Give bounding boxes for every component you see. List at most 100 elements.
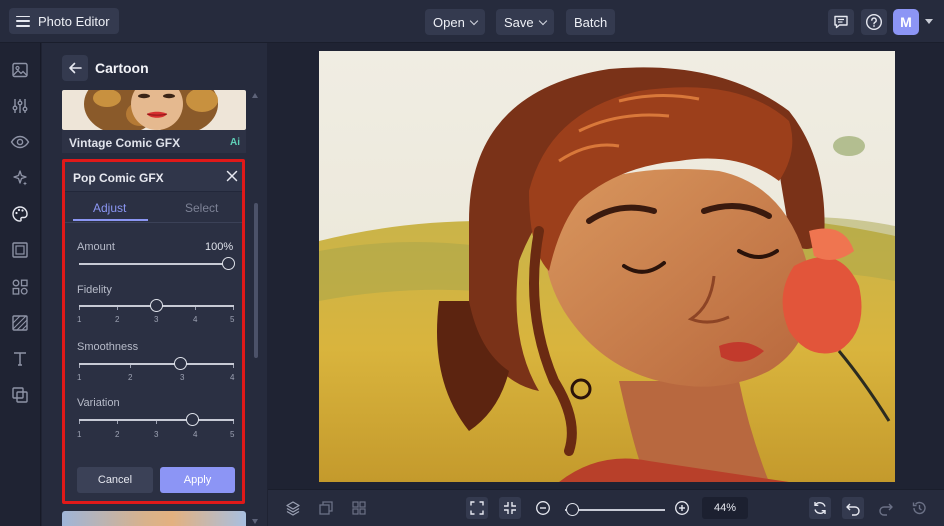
panel-scrollbar-thumb[interactable] (254, 203, 258, 358)
avatar-initial: M (900, 14, 912, 30)
app-title: Photo Editor (38, 13, 110, 29)
rail-graphics[interactable] (10, 277, 30, 297)
open-button[interactable]: Open (425, 9, 485, 35)
zoom-slider-handle[interactable] (566, 503, 579, 516)
effects-panel: Cartoon Vintage Comic GFX Ai Pop Comic G… (42, 43, 267, 526)
rail-frames[interactable] (10, 240, 30, 260)
sliders-icon (12, 99, 28, 113)
batch-button[interactable]: Batch (566, 9, 616, 35)
frame-icon (12, 242, 28, 258)
zoom-slider-track[interactable] (565, 509, 665, 511)
shrink-icon (504, 502, 516, 514)
compare-icon (319, 501, 333, 515)
feedback-button[interactable] (828, 9, 854, 35)
rail-image-tools[interactable] (10, 60, 30, 80)
save-button[interactable]: Save (496, 9, 554, 35)
main-menu-button[interactable]: Photo Editor (9, 8, 119, 34)
rail-ai-tools[interactable] (10, 168, 30, 188)
shapes-icon (12, 279, 28, 295)
tool-rail (0, 43, 41, 526)
fidelity-label: Fidelity (77, 284, 112, 296)
zoom-out-button[interactable] (532, 497, 554, 519)
tab-select[interactable]: Select (185, 201, 218, 215)
variation-label: Variation (77, 397, 120, 409)
chevron-down-icon (538, 16, 547, 25)
arrow-left-icon (69, 62, 82, 74)
smoothness-slider-track[interactable] (79, 363, 234, 365)
scroll-down-arrow[interactable] (252, 519, 258, 524)
effect-thumbnail-next[interactable] (62, 511, 246, 526)
fidelity-slider-handle[interactable] (150, 299, 163, 312)
close-icon[interactable] (226, 170, 238, 182)
variation-tick-label: 5 (230, 430, 235, 439)
active-tab-indicator (73, 219, 148, 221)
effect-name-vintage: Vintage Comic GFX (69, 136, 181, 150)
ai-badge: Ai (230, 137, 240, 148)
actual-size-button[interactable] (499, 497, 521, 519)
fit-screen-button[interactable] (466, 497, 488, 519)
chat-icon (834, 15, 848, 29)
image-icon (12, 62, 28, 78)
effect-settings-card: Pop Comic GFX Adjust Select Amount 100% … (62, 159, 245, 504)
effect-thumbnail-vintage[interactable] (62, 90, 246, 130)
overlay-icon (12, 387, 28, 403)
amount-slider-track[interactable] (79, 263, 234, 265)
rail-effects[interactable] (10, 204, 30, 224)
fidelity-tick-label: 2 (115, 315, 120, 324)
history-button[interactable] (908, 497, 930, 519)
refresh-icon (814, 502, 826, 514)
fidelity-tick-label: 1 (77, 315, 82, 324)
fidelity-tick (195, 307, 196, 310)
smoothness-tick-label: 1 (77, 373, 82, 382)
variation-tick (156, 421, 157, 424)
history-icon (912, 501, 926, 515)
edited-photo[interactable] (319, 51, 895, 482)
layers-button[interactable] (282, 497, 304, 519)
reset-button[interactable] (809, 497, 831, 519)
tab-adjust[interactable]: Adjust (93, 201, 126, 215)
chevron-down-icon (469, 16, 479, 25)
caret-down-icon[interactable] (925, 19, 933, 24)
amount-slider-handle[interactable] (222, 257, 235, 270)
compare-button[interactable] (315, 497, 337, 519)
redo-icon (879, 503, 893, 516)
variation-tick-label: 2 (115, 430, 120, 439)
grid-icon (352, 501, 366, 515)
rail-text[interactable] (10, 349, 30, 369)
zoom-in-button[interactable] (671, 497, 693, 519)
amount-label: Amount (77, 241, 115, 253)
zoom-level-field[interactable]: 44% (702, 497, 748, 519)
fidelity-tick-label: 3 (154, 315, 159, 324)
redo-button[interactable] (875, 497, 897, 519)
fidelity-tick-label: 4 (193, 315, 198, 324)
batch-label: Batch (574, 14, 608, 30)
scroll-up-arrow[interactable] (252, 93, 258, 98)
smoothness-slider-handle[interactable] (174, 357, 187, 370)
rail-textures[interactable] (10, 313, 30, 333)
apply-label: Apply (183, 474, 212, 486)
variation-tick (117, 421, 118, 424)
texture-icon (12, 315, 28, 331)
fidelity-tick-label: 5 (230, 315, 235, 324)
smoothness-label: Smoothness (77, 341, 139, 353)
rail-view[interactable] (10, 132, 30, 152)
open-label: Open (433, 14, 465, 30)
help-icon (865, 13, 883, 31)
grid-button[interactable] (348, 497, 370, 519)
user-avatar[interactable]: M (893, 9, 919, 35)
help-button[interactable] (861, 9, 887, 35)
cancel-label: Cancel (97, 474, 133, 486)
smoothness-tick (79, 365, 80, 368)
apply-button[interactable]: Apply (160, 467, 235, 493)
rail-overlays[interactable] (10, 385, 30, 405)
back-button[interactable] (62, 55, 88, 81)
undo-button[interactable] (842, 497, 864, 519)
card-header: Pop Comic GFX (65, 162, 242, 192)
variation-tick (79, 421, 80, 424)
cancel-button[interactable]: Cancel (77, 467, 153, 493)
variation-tick-label: 1 (77, 430, 82, 439)
rail-adjustments[interactable] (10, 96, 30, 116)
layers-icon (286, 501, 300, 516)
variation-slider-handle[interactable] (186, 413, 199, 426)
amount-value: 100% (205, 241, 234, 253)
